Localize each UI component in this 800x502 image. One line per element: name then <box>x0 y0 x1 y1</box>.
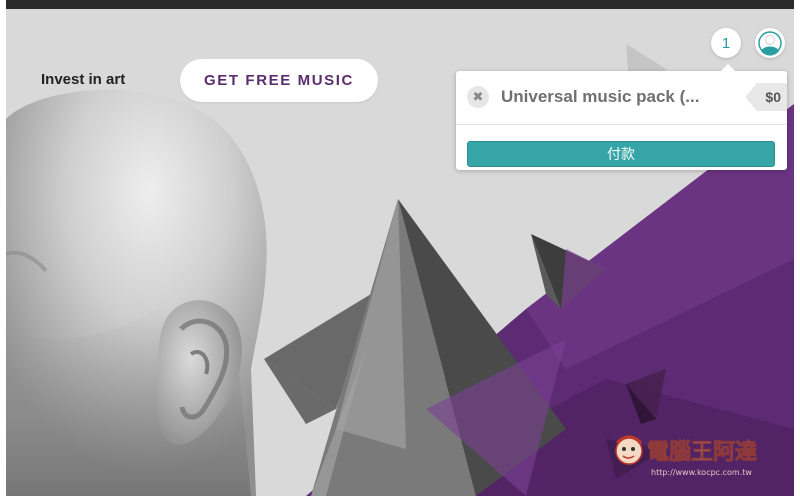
watermark-text: 電腦王阿達 <box>647 439 757 465</box>
cart-count-badge[interactable]: 1 <box>711 28 741 58</box>
watermark-logo: 電腦王阿達 http://www.kocpc.com.tw <box>615 435 757 477</box>
cart-item-name: Universal music pack (... <box>501 87 700 106</box>
remove-item-icon[interactable]: ✖ <box>467 86 489 108</box>
hero-tagline: Invest in art <box>41 71 126 88</box>
cart-popup: ✖ Universal music pack (... $0 付款 <box>456 64 787 170</box>
user-avatar-icon[interactable] <box>755 28 785 58</box>
pay-button[interactable]: 付款 <box>467 141 775 167</box>
get-free-music-button[interactable]: GET FREE MUSIC <box>180 59 378 102</box>
cart-item-price: $0 <box>745 83 787 111</box>
watermark-url: http://www.kocpc.com.tw <box>651 468 752 477</box>
page-frame: Invest in art GET FREE MUSIC 1 ✖ Univers… <box>6 0 794 496</box>
popup-caret <box>721 64 735 71</box>
popup-divider <box>456 124 787 125</box>
